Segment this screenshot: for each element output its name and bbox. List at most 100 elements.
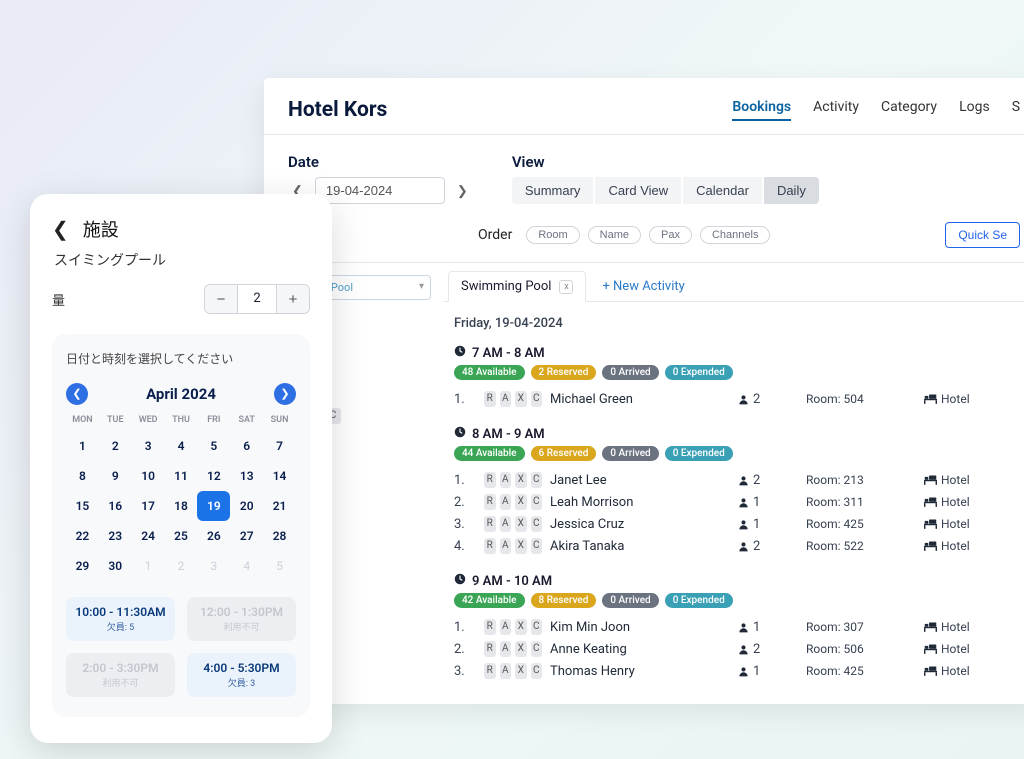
action-c[interactable]: C <box>531 516 543 532</box>
calendar-day-cell[interactable]: 4 <box>165 431 198 461</box>
view-option-calendar[interactable]: Calendar <box>683 177 762 204</box>
hotel-label: Hotel <box>941 473 970 487</box>
action-c[interactable]: C <box>531 494 543 510</box>
action-c[interactable]: C <box>531 391 543 407</box>
action-c[interactable]: C <box>531 641 543 657</box>
action-r[interactable]: R <box>484 494 496 510</box>
calendar-day-cell[interactable]: 22 <box>66 521 99 551</box>
calendar-day-cell[interactable]: 11 <box>165 461 198 491</box>
calendar-dow: THU <box>165 415 198 425</box>
nav-tab-logs[interactable]: Logs <box>959 99 990 121</box>
action-r[interactable]: R <box>484 641 496 657</box>
action-cells: RAXC <box>484 516 542 532</box>
nav-tab-s[interactable]: S <box>1012 99 1020 121</box>
nav-tab-bookings[interactable]: Bookings <box>732 99 791 121</box>
view-option-daily[interactable]: Daily <box>764 177 819 204</box>
room-cell: Room: 213 <box>806 473 916 487</box>
action-a[interactable]: A <box>500 516 512 532</box>
action-a[interactable]: A <box>500 494 512 510</box>
action-x[interactable]: X <box>515 472 527 488</box>
action-a[interactable]: A <box>500 472 512 488</box>
calendar-day-cell[interactable]: 3 <box>132 431 165 461</box>
action-a[interactable]: A <box>500 641 512 657</box>
tab-swimming-pool[interactable]: Swimming Pool x <box>448 271 586 302</box>
calendar-day-cell[interactable]: 24 <box>132 521 165 551</box>
month-prev-button[interactable]: ❮ <box>66 383 88 405</box>
calendar-day-cell[interactable]: 10 <box>132 461 165 491</box>
action-r[interactable]: R <box>484 538 496 554</box>
action-r[interactable]: R <box>484 516 496 532</box>
order-pill-name[interactable]: Name <box>588 226 641 244</box>
nav-tab-category[interactable]: Category <box>881 99 937 121</box>
order-pill-room[interactable]: Room <box>526 226 579 244</box>
qty-minus-button[interactable]: − <box>205 285 237 313</box>
calendar-day-cell[interactable]: 6 <box>230 431 263 461</box>
calendar-day-cell[interactable]: 2 <box>99 431 132 461</box>
action-r[interactable]: R <box>484 619 496 635</box>
action-a[interactable]: A <box>500 663 512 679</box>
action-c[interactable]: C <box>531 538 543 554</box>
action-a[interactable]: A <box>500 538 512 554</box>
calendar-day-cell[interactable]: 13 <box>230 461 263 491</box>
calendar-day-cell[interactable]: 7 <box>263 431 296 461</box>
action-x[interactable]: X <box>515 619 527 635</box>
calendar-day-cell[interactable]: 25 <box>165 521 198 551</box>
calendar-day-cell[interactable]: 5 <box>197 431 230 461</box>
qty-plus-button[interactable]: + <box>277 285 309 313</box>
calendar-day-cell[interactable]: 21 <box>263 491 296 521</box>
pax-count: 2 <box>753 539 760 554</box>
nav-tab-activity[interactable]: Activity <box>813 99 859 121</box>
action-r[interactable]: R <box>484 391 496 407</box>
calendar-day-cell[interactable]: 8 <box>66 461 99 491</box>
calendar-day-cell[interactable]: 20 <box>230 491 263 521</box>
hotel-cell: Hotel <box>924 620 1004 634</box>
action-x[interactable]: X <box>515 641 527 657</box>
clock-icon <box>454 573 466 589</box>
quick-select-button[interactable]: Quick Se <box>945 222 1020 248</box>
room-cell: Room: 504 <box>806 392 916 406</box>
action-x[interactable]: X <box>515 391 527 407</box>
action-c[interactable]: C <box>531 472 543 488</box>
guest-name: Kim Min Joon <box>550 620 730 635</box>
calendar-day-cell[interactable]: 17 <box>132 491 165 521</box>
date-next-button[interactable]: ❯ <box>453 179 472 203</box>
action-x[interactable]: X <box>515 516 527 532</box>
calendar-day-cell[interactable]: 12 <box>197 461 230 491</box>
view-option-card-view[interactable]: Card View <box>595 177 681 204</box>
action-c[interactable]: C <box>531 619 543 635</box>
room-cell: Room: 311 <box>806 495 916 509</box>
action-x[interactable]: X <box>515 538 527 554</box>
calendar-day-cell[interactable]: 15 <box>66 491 99 521</box>
new-activity-button[interactable]: + New Activity <box>592 272 694 301</box>
calendar-day-cell[interactable]: 27 <box>230 521 263 551</box>
action-x[interactable]: X <box>515 494 527 510</box>
back-icon[interactable]: ❮ <box>52 219 69 239</box>
order-row: Order RoomNamePaxChannels Quick Se <box>264 204 1024 252</box>
date-input[interactable] <box>315 177 445 204</box>
action-r[interactable]: R <box>484 472 496 488</box>
action-a[interactable]: A <box>500 619 512 635</box>
calendar-day-cell[interactable]: 18 <box>165 491 198 521</box>
calendar-day-cell[interactable]: 30 <box>99 551 132 581</box>
calendar-day-cell[interactable]: 29 <box>66 551 99 581</box>
month-next-button[interactable]: ❯ <box>274 383 296 405</box>
action-c[interactable]: C <box>531 663 543 679</box>
action-r[interactable]: R <box>484 663 496 679</box>
timeslot-option[interactable]: 10:00 - 11:30AM欠員: 5 <box>66 597 175 641</box>
calendar-day-cell[interactable]: 26 <box>197 521 230 551</box>
tab-close-icon[interactable]: x <box>559 280 573 294</box>
calendar-day-cell[interactable]: 28 <box>263 521 296 551</box>
calendar-day-cell[interactable]: 23 <box>99 521 132 551</box>
action-a[interactable]: A <box>500 391 512 407</box>
order-pill-channels[interactable]: Channels <box>700 226 770 244</box>
action-x[interactable]: X <box>515 663 527 679</box>
view-option-summary[interactable]: Summary <box>512 177 594 204</box>
calendar-day-cell[interactable]: 9 <box>99 461 132 491</box>
timeslot-option[interactable]: 4:00 - 5:30PM欠員: 3 <box>187 653 296 697</box>
calendar-day-cell[interactable]: 19 <box>197 491 230 521</box>
guest-name: Michael Green <box>550 392 730 407</box>
calendar-day-cell[interactable]: 16 <box>99 491 132 521</box>
calendar-day-cell[interactable]: 1 <box>66 431 99 461</box>
calendar-day-cell[interactable]: 14 <box>263 461 296 491</box>
order-pill-pax[interactable]: Pax <box>649 226 692 244</box>
